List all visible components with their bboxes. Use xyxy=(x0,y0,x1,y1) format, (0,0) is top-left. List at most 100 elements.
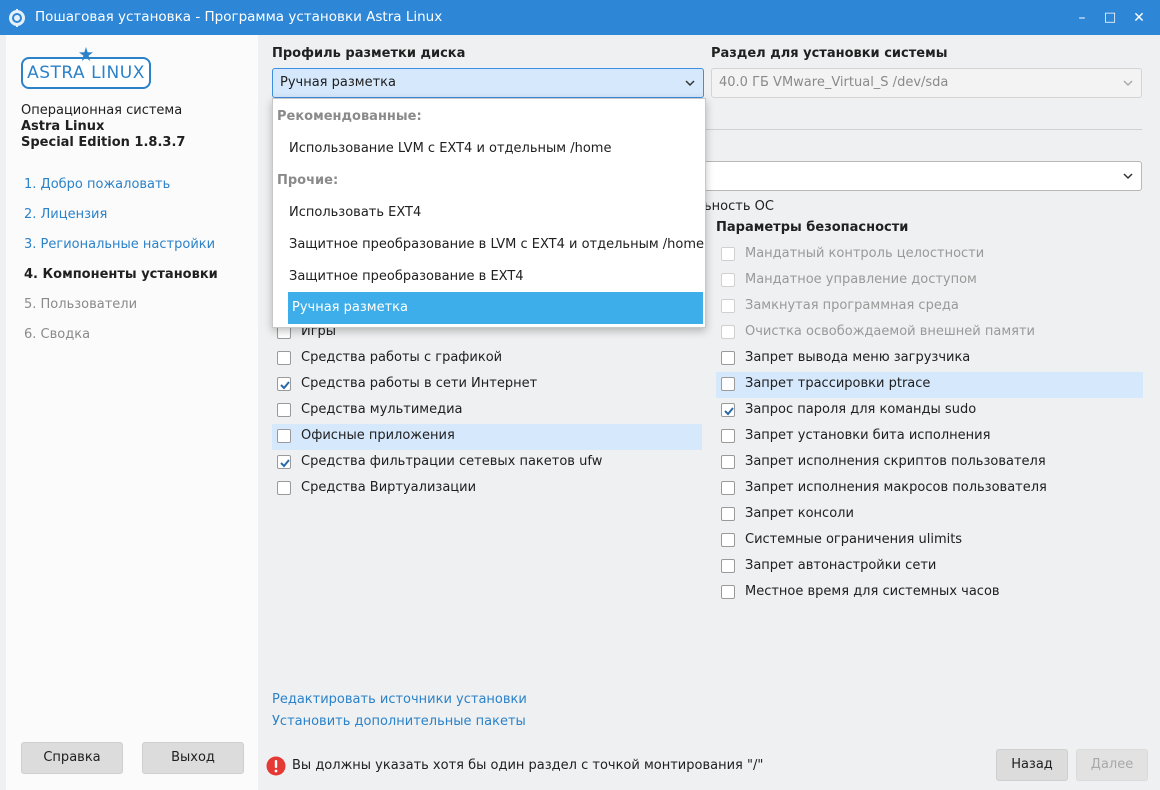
step-welcome[interactable]: 1. Добро пожаловать xyxy=(24,177,218,207)
security-option-row[interactable]: Системные ограничения ulimits xyxy=(716,528,1143,554)
component-row[interactable]: Средства фильтрации сетевых пакетов ufw xyxy=(272,450,702,476)
checkbox[interactable] xyxy=(721,377,735,391)
os-name: Astra Linux xyxy=(21,119,105,134)
security-option-row: Замкнутая программная среда xyxy=(716,294,1143,320)
checkbox[interactable] xyxy=(721,351,735,365)
checkbox[interactable] xyxy=(721,403,735,417)
window-title: Пошаговая установка - Программа установк… xyxy=(35,9,443,25)
component-label: Средства работы с графикой xyxy=(301,350,503,365)
edit-sources-link[interactable]: Редактировать источники установки xyxy=(272,689,527,711)
component-label: Офисные приложения xyxy=(301,428,455,443)
install-partition-label: Раздел для установки системы xyxy=(711,46,948,61)
installer-app-icon xyxy=(9,9,25,27)
security-title: Параметры безопасности xyxy=(716,220,909,235)
maximize-icon[interactable]: □ xyxy=(1100,8,1120,28)
checkbox[interactable] xyxy=(277,403,291,417)
security-option-row[interactable]: Запрет автонастройки сети xyxy=(716,554,1143,580)
component-row[interactable]: Средства работы с графикой xyxy=(272,346,702,372)
checkbox[interactable] xyxy=(277,429,291,443)
security-option-row[interactable]: Местное время для системных часов xyxy=(716,580,1143,606)
checkbox[interactable] xyxy=(721,585,735,599)
logo-star-icon xyxy=(79,47,93,61)
security-option-label: Запрет исполнения скриптов пользователя xyxy=(745,454,1046,469)
security-option-row[interactable]: Запрет консоли xyxy=(716,502,1143,528)
component-row[interactable]: Средства работы в сети Интернет xyxy=(272,372,702,398)
chevron-down-icon xyxy=(1123,80,1133,87)
security-option-row[interactable]: Запрет исполнения скриптов пользователя xyxy=(716,450,1143,476)
checkbox xyxy=(721,299,735,313)
step-users: 5. Пользователи xyxy=(24,297,138,312)
component-label: Средства фильтрации сетевых пакетов ufw xyxy=(301,454,603,469)
separator xyxy=(704,129,1142,130)
dropdown-item-encrypted-ext4[interactable]: Защитное преобразование в EXT4 xyxy=(289,261,524,293)
security-option-label: Запрос пароля для команды sudo xyxy=(745,402,977,417)
checkbox xyxy=(721,273,735,287)
checkbox[interactable] xyxy=(277,455,291,469)
security-option-label: Запрет консоли xyxy=(745,506,854,521)
close-icon[interactable]: ✕ xyxy=(1129,8,1149,28)
next-button: Далее xyxy=(1076,749,1148,781)
security-option-row: Мандатное управление доступом xyxy=(716,268,1143,294)
logo-text: ASTRA LINUX xyxy=(27,63,145,83)
security-option-label: Местное время для системных часов xyxy=(745,584,1000,599)
hidden-select[interactable] xyxy=(704,161,1142,191)
step-license[interactable]: 2. Лицензия xyxy=(24,207,218,237)
steps-list: 1. Добро пожаловать 2. Лицензия 3. Регио… xyxy=(24,177,218,357)
security-option-row[interactable]: Запрос пароля для команды sudo xyxy=(716,398,1143,424)
minimize-icon[interactable]: – xyxy=(1072,8,1092,28)
step-components: 4. Компоненты установки xyxy=(24,267,218,282)
security-option-label: Системные ограничения ulimits xyxy=(745,532,963,547)
dropdown-item-manual[interactable]: Ручная разметка xyxy=(288,292,703,324)
checkbox[interactable] xyxy=(721,559,735,573)
partial-label: ьность ОС xyxy=(704,199,774,214)
security-option-label: Очистка освобождаемой внешней памяти xyxy=(745,324,1035,339)
disk-profile-value: Ручная разметка xyxy=(280,75,396,90)
step-regional[interactable]: 3. Региональные настройки xyxy=(24,237,218,267)
component-row[interactable]: Средства Виртуализации xyxy=(272,476,702,502)
security-option-row: Очистка освобождаемой внешней памяти xyxy=(716,320,1143,346)
disk-profile-select[interactable]: Ручная разметка xyxy=(272,68,704,98)
title-bar[interactable]: Пошаговая установка - Программа установк… xyxy=(0,0,1160,35)
security-option-row[interactable]: Запрет установки бита исполнения xyxy=(716,424,1143,450)
checkbox[interactable] xyxy=(721,429,735,443)
checkbox xyxy=(721,325,735,339)
checkbox[interactable] xyxy=(277,377,291,391)
os-info: Операционная система Astra Linux Special… xyxy=(21,103,185,151)
security-option-row[interactable]: Запрет трассировки ptrace xyxy=(716,372,1143,398)
security-option-label: Запрет установки бита исполнения xyxy=(745,428,991,443)
component-label: Средства работы в сети Интернет xyxy=(301,376,538,391)
disk-profile-label: Профиль разметки диска xyxy=(272,46,466,61)
error-message: Вы должны указать хотя бы один раздел с … xyxy=(292,758,764,773)
chevron-down-icon xyxy=(685,80,695,87)
exit-button[interactable]: Выход xyxy=(142,742,244,774)
dropdown-item-ext4[interactable]: Использовать EXT4 xyxy=(289,197,421,229)
astra-linux-logo: ASTRA LINUX xyxy=(21,57,151,89)
security-option-row[interactable]: Запрет вывода меню загрузчика xyxy=(716,346,1143,372)
os-edition: Special Edition 1.8.3.7 xyxy=(21,135,186,150)
dropdown-item-lvm-home[interactable]: Использование LVM с EXT4 и отдельным /ho… xyxy=(289,133,611,165)
dropdown-item-encrypted-lvm[interactable]: Защитное преобразование в LVM с EXT4 и о… xyxy=(289,229,704,261)
component-label: Средства мультимедиа xyxy=(301,402,463,417)
checkbox[interactable] xyxy=(721,481,735,495)
component-label: Средства Виртуализации xyxy=(301,480,477,495)
security-option-label: Замкнутая программная среда xyxy=(745,298,959,313)
install-partition-value: 40.0 ГБ VMware_Virtual_S /dev/sda xyxy=(719,75,949,90)
disk-profile-dropdown: Рекомендованные: Использование LVM с EXT… xyxy=(272,98,706,328)
security-option-row[interactable]: Запрет исполнения макросов пользователя xyxy=(716,476,1143,502)
help-button[interactable]: Справка xyxy=(21,742,123,774)
component-row[interactable]: Средства мультимедиа xyxy=(272,398,702,424)
os-line: Операционная система xyxy=(21,103,183,118)
security-option-label: Запрет автонастройки сети xyxy=(745,558,937,573)
step-summary: 6. Сводка xyxy=(24,327,91,342)
checkbox[interactable] xyxy=(721,507,735,521)
checkbox[interactable] xyxy=(721,533,735,547)
back-button[interactable]: Назад xyxy=(996,749,1068,781)
checkbox[interactable] xyxy=(277,481,291,495)
checkbox[interactable] xyxy=(277,351,291,365)
component-row[interactable]: Офисные приложения xyxy=(272,424,702,450)
security-option-row: Мандатный контроль целостности xyxy=(716,242,1143,268)
security-option-label: Мандатный контроль целостности xyxy=(745,246,985,261)
install-packages-link[interactable]: Установить дополнительные пакеты xyxy=(272,711,527,733)
checkbox xyxy=(721,247,735,261)
checkbox[interactable] xyxy=(721,455,735,469)
